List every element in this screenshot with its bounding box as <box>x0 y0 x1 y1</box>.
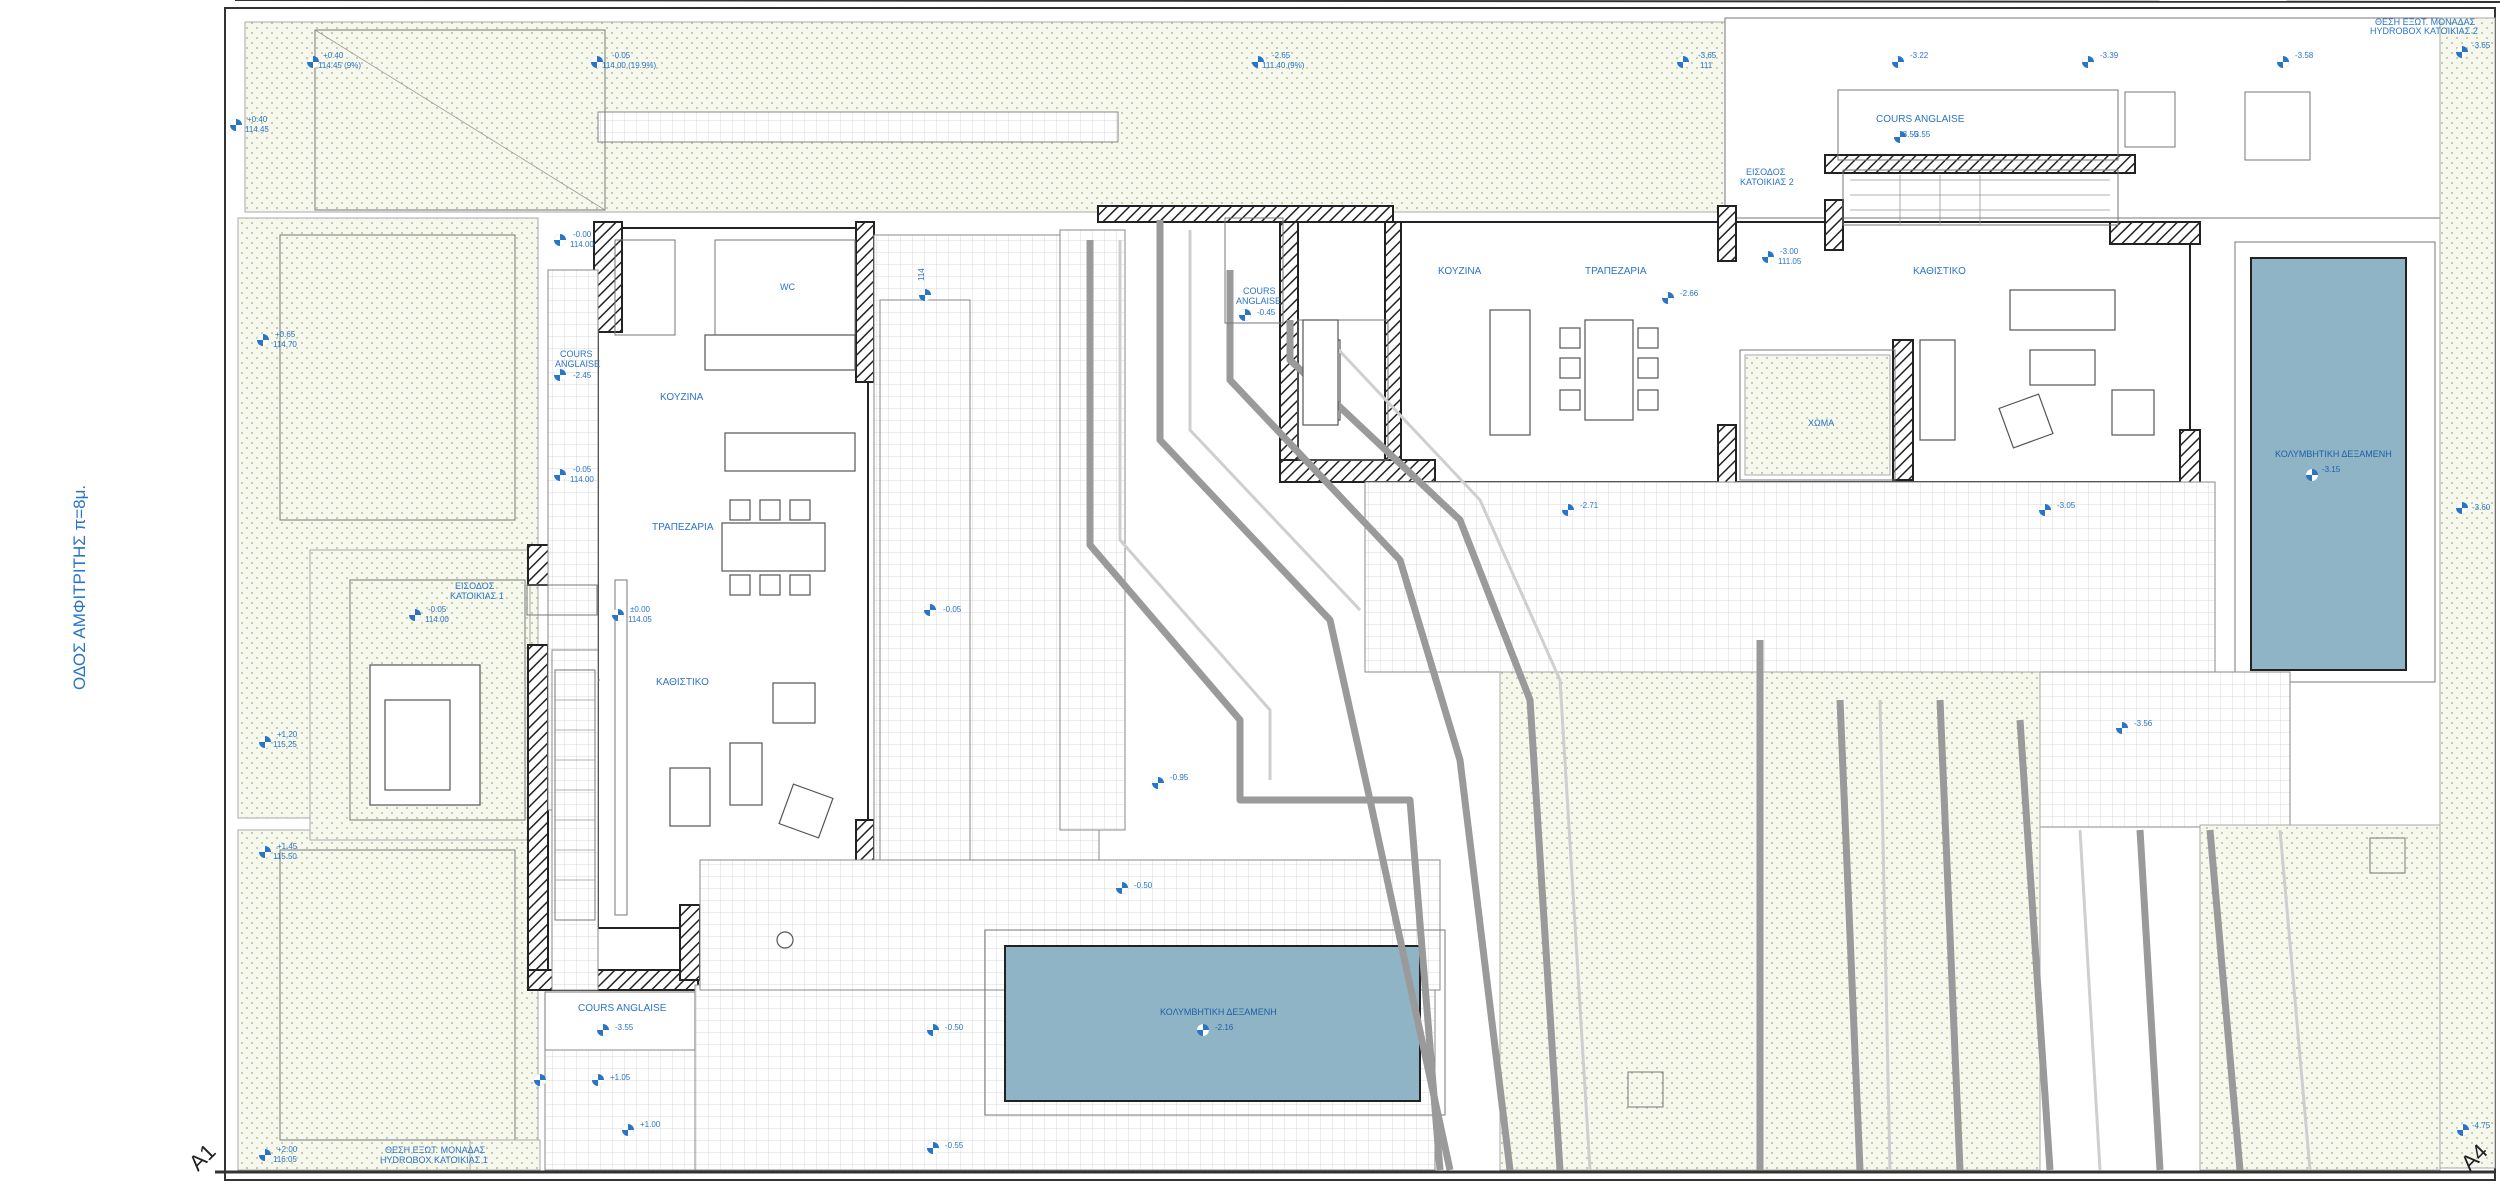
pool-1 <box>1004 945 1421 1102</box>
level-15a: ±0.00 <box>630 605 651 614</box>
cours-anglaise-top: COURS ANGLAISE <box>1876 114 1965 125</box>
level-16: -0.05 <box>943 605 962 614</box>
entrance-1-b: ΚΑΤΟΙΚΙΑΣ 1 <box>450 591 504 601</box>
level-30: -0.50 <box>945 1023 964 1032</box>
level-21a: -3.00 <box>1780 247 1799 256</box>
level-17a: +1.20 <box>277 730 298 739</box>
cours-anglaise-mid1-a: COURS <box>560 349 593 359</box>
level-27: -3.56 <box>2134 719 2153 728</box>
pool-2 <box>2250 257 2407 671</box>
level-32: -3.15 <box>2322 465 2341 474</box>
level-9b: 114.45 <box>245 125 269 134</box>
level-35: +1.05 <box>610 1073 631 1082</box>
entrance-2-a: ΕΙΣΟΔΟΣ <box>1746 167 1786 177</box>
entrance-2-b: ΚΑΤΟΙΚΙΑΣ 2 <box>1740 177 1794 187</box>
level-36: +1.00 <box>640 1120 661 1129</box>
level-14a: -0.05 <box>428 605 447 614</box>
level-24: -2.71 <box>1580 501 1599 510</box>
level-15b: 114.05 <box>628 615 652 624</box>
hydrobox-1-a: ΘΕΣΗ ΕΞΩΤ. ΜΟΝΑΔΑΣ <box>385 1145 486 1155</box>
cours-anglaise-mid2-a: COURS <box>1243 286 1276 296</box>
level-7: -3.58 <box>2295 51 2314 60</box>
room-label-soil: ΧΩΜΑ <box>1808 418 1834 428</box>
hydrobox-2-b: HYDROBOX ΚΑΤΟΙΚΙΑΣ 2 <box>2370 26 2478 36</box>
level-29: -0.50 <box>1134 881 1153 890</box>
level-13b: 114.00 <box>570 475 594 484</box>
level-1a: +0.40 <box>323 51 344 60</box>
room-label-dining-1: ΤΡΑΠΕΖΑΡΙΑ <box>652 522 714 533</box>
level-13a: -0.05 <box>573 465 592 474</box>
cours-anglaise-mid2-b: ANGLAISE <box>1236 296 1281 306</box>
cours-anglaise-bottom: COURS ANGLAISE <box>578 1003 667 1014</box>
level-8: -3.65 <box>2472 41 2491 50</box>
level-10b: 114.70 <box>273 340 297 349</box>
level-18a: +1.45 <box>277 842 298 851</box>
level-6: -3.39 <box>2100 51 2119 60</box>
level-19a: +2.00 <box>277 1145 298 1154</box>
level-17b: 115.25 <box>273 740 297 749</box>
entrance-1-a: ΕΙΣΟΔΟΣ <box>455 581 495 591</box>
level-28: -0.95 <box>1170 773 1189 782</box>
level-25: -3.05 <box>2057 501 2076 510</box>
level-14b: 114.00 <box>425 615 449 624</box>
level-37: -0.55 <box>945 1141 964 1150</box>
level-34: -3.55 <box>615 1023 634 1032</box>
cours-anglaise-mid1-b: ANGLAISE <box>555 359 600 369</box>
room-label-kitchen-2: ΚΟΥΖΙΝΑ <box>1438 266 1482 277</box>
hydrobox-1-b: HYDROBOX ΚΑΤΟΙΚΙΑΣ 1 <box>380 1155 488 1165</box>
level-33: -3.55 <box>1900 130 1919 139</box>
street-label: ΟΔΟΣ ΑΜΦΙΤΡΙΤΗΣ π=8μ. <box>70 485 89 690</box>
level-20: -0.45 <box>1257 308 1276 317</box>
room-label-wc: WC <box>780 282 795 292</box>
room-label-kitchen-1: ΚΟΥΖΙΝΑ <box>660 392 704 403</box>
level-4a: -3.65 <box>1698 51 1717 60</box>
level-3a: -2.65 <box>1272 51 1291 60</box>
level-1b: 114.45 (9%) <box>318 61 361 70</box>
axis-label-a1: A1 <box>184 1139 221 1176</box>
pool-2-label: ΚΟΛΥΜΒΗΤΙΚΗ ΔΕΞΑΜΕΝΗ <box>2275 449 2392 459</box>
level-12: -2.45 <box>573 371 592 380</box>
level-2b: 114.00 (19.9%) <box>602 61 656 70</box>
level-9a: +0.40 <box>247 115 268 124</box>
pool-1-label: ΚΟΛΥΜΒΗΤΙΚΗ ΔΕΞΑΜΕΝΗ <box>1160 1007 1277 1017</box>
floor-plan: ΟΔΟΣ ΑΜΦΙΤΡΙΤΗΣ π=8μ. A1 A4 WC ΚΟΥΖΙΝΑ Τ… <box>70 0 2500 1181</box>
level-10a: +0.65 <box>275 330 296 339</box>
level-2a: -0.05 <box>612 51 631 60</box>
level-21b: 111.05 <box>1778 257 1802 266</box>
level-11a: -0.00 <box>573 230 592 239</box>
level-38: -4.75 <box>2472 1121 2491 1130</box>
room-label-living-2: ΚΑΘΙΣΤΙΚΟ <box>1913 266 1966 277</box>
level-22: -2.66 <box>1680 289 1699 298</box>
level-26: -3.60 <box>2472 503 2491 512</box>
level-18b: 115.50 <box>273 852 297 861</box>
level-19b: 116.05 <box>273 1155 297 1164</box>
level-11b: 114.00 <box>570 240 594 249</box>
level-31: -2.16 <box>1215 1023 1234 1032</box>
level-5: -3.22 <box>1910 51 1929 60</box>
level-39: 114 <box>917 268 926 281</box>
level-3b: 111.40 (9%) <box>1262 61 1305 70</box>
room-label-living-1: ΚΑΘΙΣΤΙΚΟ <box>656 677 709 688</box>
room-label-dining-2: ΤΡΑΠΕΖΑΡΙΑ <box>1585 266 1647 277</box>
level-4b: 111 <box>1700 61 1713 70</box>
